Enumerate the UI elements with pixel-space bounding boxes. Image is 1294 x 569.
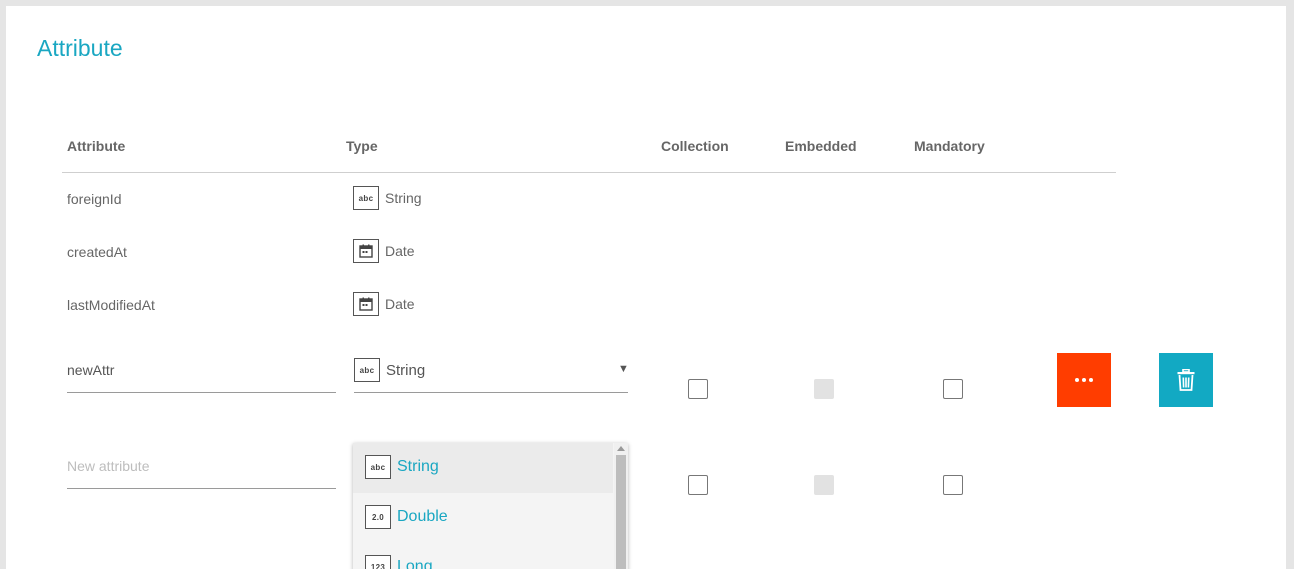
double-icon: 2.0: [365, 505, 391, 529]
scroll-up-icon[interactable]: [617, 446, 625, 451]
attribute-type: String: [385, 190, 422, 206]
long-icon: 123: [365, 555, 391, 569]
mandatory-checkbox[interactable]: [943, 475, 963, 495]
type-select-underline: [354, 392, 628, 393]
scroll-thumb[interactable]: [616, 455, 626, 569]
more-dots-icon: [1075, 378, 1093, 382]
type-dropdown-menu: abc String 2.0 Double 123 Long: [353, 443, 628, 569]
column-header-embedded: Embedded: [785, 138, 857, 154]
dropdown-arrow-icon[interactable]: ▼: [618, 363, 629, 375]
attribute-type: Date: [385, 296, 415, 312]
type-option-label: Long: [397, 558, 433, 569]
calendar-icon: [353, 292, 379, 316]
new-attribute-input[interactable]: New attribute: [67, 458, 149, 474]
attribute-name: createdAt: [67, 244, 127, 260]
trash-icon: [1177, 369, 1195, 391]
page-title: Attribute: [37, 35, 123, 61]
column-header-mandatory: Mandatory: [914, 138, 985, 154]
embedded-checkbox: [814, 379, 834, 399]
attribute-type: Date: [385, 243, 415, 259]
column-header-collection: Collection: [661, 138, 729, 154]
attribute-name-underline: [67, 392, 336, 393]
dropdown-scrollbar[interactable]: [614, 443, 628, 569]
type-option-long[interactable]: 123 Long: [353, 543, 613, 569]
type-option-label: Double: [397, 508, 448, 525]
header-divider: [62, 172, 1116, 173]
attribute-panel: Attribute Attribute Type Collection Embe…: [6, 6, 1286, 569]
abc-icon: abc: [365, 455, 391, 479]
attribute-name: lastModifiedAt: [67, 297, 155, 313]
new-attribute-underline: [67, 488, 336, 489]
mandatory-checkbox[interactable]: [943, 379, 963, 399]
more-options-button[interactable]: [1057, 353, 1111, 407]
column-header-type: Type: [346, 138, 378, 154]
embedded-checkbox: [814, 475, 834, 495]
type-select[interactable]: String: [386, 362, 425, 379]
delete-button[interactable]: [1159, 353, 1213, 407]
abc-icon: abc: [354, 358, 380, 382]
collection-checkbox[interactable]: [688, 379, 708, 399]
collection-checkbox[interactable]: [688, 475, 708, 495]
type-option-label: String: [397, 458, 439, 475]
attribute-name: foreignId: [67, 191, 122, 207]
attribute-name-input[interactable]: newAttr: [67, 362, 114, 378]
abc-icon: abc: [353, 186, 379, 210]
calendar-icon: [353, 239, 379, 263]
type-option-string[interactable]: abc String: [353, 443, 613, 493]
type-option-double[interactable]: 2.0 Double: [353, 493, 613, 543]
column-header-attribute: Attribute: [67, 138, 126, 154]
